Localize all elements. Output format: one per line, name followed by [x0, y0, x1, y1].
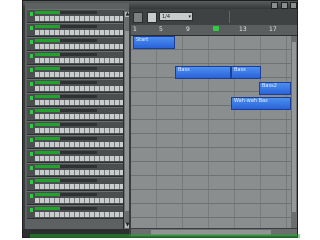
channel-strip[interactable]	[27, 23, 125, 37]
mute-led-icon[interactable]	[30, 180, 33, 184]
bar-number: 21	[297, 26, 298, 33]
magnifier-icon[interactable]	[147, 12, 157, 23]
volume-bar[interactable]	[35, 137, 97, 140]
channel-strip[interactable]	[27, 177, 125, 191]
playhead-marker-icon[interactable]	[213, 26, 219, 31]
playlist-window: ▲ ▼ 1/4 ▾ 1 5 9 13 17 21 Start Bass Bass …	[22, 0, 298, 238]
channel-strip[interactable]	[27, 79, 125, 93]
clip-label: Bass	[234, 67, 246, 73]
zoom-value: 1/4	[162, 14, 171, 20]
volume-bar[interactable]	[35, 151, 97, 154]
volume-bar[interactable]	[35, 193, 97, 196]
channel-strip[interactable]	[27, 149, 125, 163]
mute-led-icon[interactable]	[30, 68, 33, 72]
step-buttons[interactable]	[35, 184, 123, 189]
scroll-down-icon[interactable]: ▼	[125, 223, 129, 228]
pattern-clip[interactable]: Bass	[231, 66, 261, 79]
volume-bar[interactable]	[35, 95, 97, 98]
volume-bar[interactable]	[35, 179, 97, 182]
scroll-thumb[interactable]	[292, 42, 296, 212]
mute-led-icon[interactable]	[30, 12, 33, 16]
volume-bar[interactable]	[35, 67, 97, 70]
channel-rack: ▲ ▼	[25, 3, 129, 229]
step-buttons[interactable]	[35, 198, 123, 203]
volume-bar[interactable]	[35, 53, 97, 56]
volume-bar[interactable]	[35, 123, 97, 126]
step-buttons[interactable]	[35, 114, 123, 119]
mute-led-icon[interactable]	[30, 124, 33, 128]
step-buttons[interactable]	[35, 212, 123, 217]
step-buttons[interactable]	[35, 170, 123, 175]
volume-bar[interactable]	[35, 165, 97, 168]
channel-strip[interactable]	[27, 51, 125, 65]
bar-number: 9	[186, 26, 190, 33]
zoom-select[interactable]: 1/4 ▾	[159, 12, 193, 21]
scroll-up-icon[interactable]: ▲	[125, 12, 129, 17]
mute-led-icon[interactable]	[30, 40, 33, 44]
mute-led-icon[interactable]	[30, 208, 33, 212]
clip-label: Wah-wah Bas	[234, 98, 268, 104]
step-buttons[interactable]	[35, 44, 123, 49]
bar-number: 1	[133, 26, 137, 33]
channel-strip[interactable]	[27, 93, 125, 107]
step-buttons[interactable]	[35, 100, 123, 105]
channel-strip[interactable]	[27, 205, 125, 219]
mute-led-icon[interactable]	[30, 26, 33, 30]
clip-label: Bass2	[262, 83, 277, 89]
step-buttons[interactable]	[35, 156, 123, 161]
step-buttons[interactable]	[35, 86, 123, 91]
channel-strip[interactable]	[27, 9, 125, 23]
clip-label: Start	[136, 37, 149, 43]
mute-led-icon[interactable]	[30, 152, 33, 156]
pattern-clip[interactable]: Bass2	[259, 82, 291, 95]
channel-strip[interactable]	[27, 37, 125, 51]
bottom-glow	[30, 234, 300, 238]
close-icon[interactable]	[290, 2, 297, 9]
channel-strip[interactable]	[27, 191, 125, 205]
mute-led-icon[interactable]	[30, 96, 33, 100]
step-buttons[interactable]	[35, 30, 123, 35]
maximize-icon[interactable]	[281, 2, 288, 9]
mute-led-icon[interactable]	[30, 138, 33, 142]
volume-bar[interactable]	[35, 109, 97, 112]
channel-strip[interactable]	[27, 121, 125, 135]
volume-bar[interactable]	[35, 81, 97, 84]
pattern-clip[interactable]: Start	[133, 36, 175, 49]
step-buttons[interactable]	[35, 58, 123, 63]
channel-strip[interactable]	[27, 163, 125, 177]
volume-bar[interactable]	[35, 25, 97, 28]
volume-bar[interactable]	[35, 39, 97, 42]
volume-bar[interactable]	[35, 207, 97, 210]
step-buttons[interactable]	[35, 72, 123, 77]
pattern-clip[interactable]: Wah-wah Bas	[231, 97, 291, 110]
minimize-icon[interactable]	[271, 2, 278, 9]
mute-led-icon[interactable]	[30, 194, 33, 198]
step-buttons[interactable]	[35, 128, 123, 133]
playlist-grid[interactable]: Start Bass Bass Bass2 Wah-wah Bas	[131, 36, 291, 228]
channel-strip[interactable]	[27, 65, 125, 79]
toolbar-divider	[229, 11, 230, 23]
mute-led-icon[interactable]	[30, 54, 33, 58]
volume-bar[interactable]	[35, 11, 97, 14]
step-buttons[interactable]	[35, 16, 123, 21]
channel-scrollbar[interactable]: ▲ ▼	[123, 11, 129, 229]
scroll-thumb[interactable]	[125, 31, 129, 211]
pattern-clip[interactable]: Bass	[175, 66, 231, 79]
channel-strip[interactable]	[27, 135, 125, 149]
playlist-vscrollbar[interactable]	[291, 36, 297, 228]
bar-number: 17	[269, 26, 277, 33]
mute-led-icon[interactable]	[30, 166, 33, 170]
bar-number: 5	[159, 26, 163, 33]
chevron-down-icon: ▾	[188, 14, 191, 20]
bar-number: 13	[239, 26, 247, 33]
channel-strip[interactable]	[27, 107, 125, 121]
step-buttons[interactable]	[35, 142, 123, 147]
playlist-toolbar: 1/4 ▾	[131, 9, 297, 25]
mute-led-icon[interactable]	[30, 82, 33, 86]
clip-label: Bass	[178, 67, 190, 73]
menu-icon[interactable]	[133, 12, 143, 23]
timeline-ruler[interactable]: 1 5 9 13 17 21	[131, 25, 297, 36]
mute-led-icon[interactable]	[30, 110, 33, 114]
